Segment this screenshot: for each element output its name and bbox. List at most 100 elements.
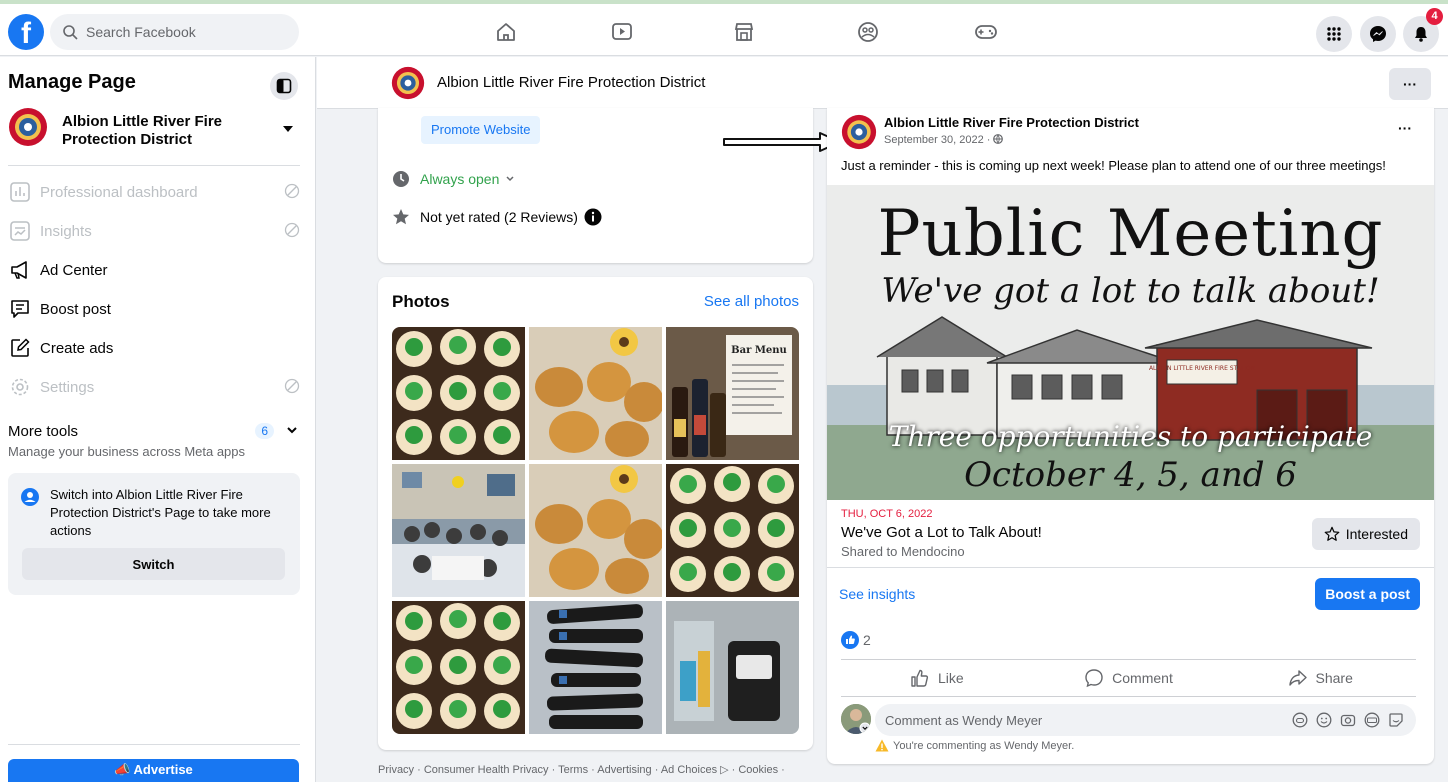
event-date: THU, OCT 6, 2022 (841, 508, 933, 520)
sidebar-item-professional-dashboard[interactable]: Professional dashboard (8, 174, 300, 210)
reactions-summary[interactable]: 2 (841, 631, 871, 649)
sidebar-divider (8, 744, 300, 745)
photo-meeting-room[interactable] (392, 464, 525, 597)
post-author-name[interactable]: Albion Little River Fire Protection Dist… (884, 115, 1139, 130)
photo-cupcakes-1[interactable] (392, 327, 525, 460)
photo-supplies[interactable] (666, 601, 799, 734)
sidebar-divider (8, 165, 300, 166)
sticker-icon[interactable] (1388, 712, 1404, 728)
video-icon[interactable] (606, 16, 638, 48)
sidebar-item-ad-center[interactable]: Ad Center (8, 252, 300, 288)
banner-tagline: We've got a lot to talk about! (881, 271, 1380, 311)
chevron-down-icon (506, 176, 514, 182)
photo-cupcakes-3[interactable] (392, 601, 525, 734)
interested-button[interactable]: Interested (1311, 518, 1420, 550)
menu-grid-button[interactable] (1316, 16, 1352, 52)
share-button[interactable]: Share (1224, 660, 1416, 696)
comment-label: Comment (1112, 670, 1173, 686)
search-box[interactable] (50, 14, 299, 50)
caret-down-icon (283, 126, 293, 132)
switch-profile-text: Switch into Albion Little River Fire Pro… (50, 487, 271, 538)
interested-label: Interested (1345, 526, 1408, 542)
sidebar-item-boost-post[interactable]: Boost post (8, 291, 300, 327)
comment-box[interactable] (875, 704, 1416, 736)
dashboard-icon (8, 180, 32, 204)
emoji-icon[interactable] (1316, 712, 1332, 728)
search-icon (63, 25, 78, 40)
top-navigation-bar: f 4 (0, 4, 1448, 56)
photo-bar-menu[interactable]: Bar Menu (666, 327, 799, 460)
like-button[interactable]: Like (841, 660, 1033, 696)
banner-opportunities: Three opportunities to participate (888, 420, 1373, 453)
public-meeting-banner[interactable]: ALBION LITTLE RIVER FIRE STATION Public … (827, 185, 1434, 500)
page-more-button[interactable]: ··· (1389, 68, 1431, 100)
share-arrow-icon (1288, 668, 1308, 688)
post-author-avatar-icon[interactable] (841, 114, 877, 150)
rating-row: Not yet rated (2 Reviews) (392, 208, 602, 226)
hours-row[interactable]: Always open (392, 170, 515, 188)
event-info[interactable]: THU, OCT 6, 2022 We've Got a Lot to Talk… (827, 500, 1434, 568)
photo-pastries-2[interactable] (529, 464, 662, 597)
megaphone-icon: 📣 (114, 762, 131, 777)
see-insights-link[interactable]: See insights (839, 586, 915, 602)
more-tools-section[interactable]: More tools Manage your business across M… (8, 423, 300, 459)
advertise-button[interactable]: 📣 Advertise (8, 759, 299, 782)
notification-badge: 4 (1426, 8, 1443, 25)
post-date[interactable]: September 30, 2022 · (884, 134, 1004, 146)
hours-text: Always open (420, 171, 500, 187)
sidebar-item-settings[interactable]: Settings (8, 369, 300, 405)
annotation-arrow-icon (723, 132, 841, 152)
reaction-count: 2 (863, 632, 871, 648)
sidebar-item-insights[interactable]: Insights (8, 213, 300, 249)
messenger-icon (1370, 26, 1386, 42)
post-options-button[interactable]: ··· (1398, 120, 1412, 136)
post-card: Albion Little River Fire Protection Dist… (827, 108, 1434, 764)
sidebar-collapse-button[interactable] (270, 72, 298, 100)
messenger-button[interactable] (1360, 16, 1396, 52)
gaming-icon[interactable] (970, 16, 1002, 48)
search-input[interactable] (86, 24, 286, 40)
sidebar-item-label: Settings (40, 378, 95, 396)
facebook-logo-icon[interactable]: f (8, 14, 44, 50)
comment-input[interactable] (885, 712, 1275, 728)
boost-post-button[interactable]: Boost a post (1315, 578, 1420, 610)
see-all-photos-link[interactable]: See all photos (704, 293, 799, 310)
groups-icon[interactable] (852, 16, 884, 48)
advertise-label: Advertise (133, 762, 193, 777)
comment-button[interactable]: Comment (1033, 660, 1225, 696)
globe-icon (993, 134, 1004, 144)
promote-website-button[interactable]: Promote Website (421, 116, 541, 144)
notifications-button[interactable]: 4 (1403, 8, 1443, 52)
page-logo-icon[interactable] (391, 66, 425, 100)
blocked-icon (284, 183, 300, 199)
sidebar-title: Manage Page (8, 71, 136, 93)
camera-icon[interactable] (1340, 712, 1356, 728)
avatar-sticker-icon[interactable] (1292, 712, 1308, 728)
star-icon (393, 209, 409, 225)
event-title[interactable]: We've Got a Lot to Talk About! (841, 524, 1042, 541)
footer-links[interactable]: Privacy · Consumer Health Privacy · Term… (378, 763, 785, 776)
chevron-down-icon[interactable] (286, 425, 298, 435)
sidebar-item-create-ads[interactable]: Create ads (8, 330, 300, 366)
blocked-icon (284, 222, 300, 238)
home-icon[interactable] (490, 16, 522, 48)
user-avatar[interactable] (841, 704, 871, 734)
gif-icon[interactable] (1364, 712, 1380, 728)
photo-pastries-1[interactable] (529, 327, 662, 460)
info-icon[interactable] (584, 208, 602, 226)
rating-text: Not yet rated (2 Reviews) (420, 209, 578, 225)
sidebar-item-label: Boost post (40, 300, 111, 318)
pencil-square-icon (8, 336, 32, 360)
switch-button[interactable]: Switch (22, 548, 285, 580)
post-date-text: September 30, 2022 · (884, 134, 991, 146)
more-tools-count: 6 (255, 423, 274, 439)
more-dots-icon: ··· (1403, 76, 1417, 92)
photo-cupcakes-2[interactable] (666, 464, 799, 597)
marketplace-icon[interactable] (728, 16, 760, 48)
photos-title: Photos (392, 292, 450, 311)
grid-icon (1327, 27, 1341, 41)
clock-icon (393, 171, 409, 187)
photo-flashlights[interactable] (529, 601, 662, 734)
panel-toggle-icon (276, 78, 292, 94)
page-switcher[interactable]: Albion Little River Fire Protection Dist… (8, 107, 308, 155)
